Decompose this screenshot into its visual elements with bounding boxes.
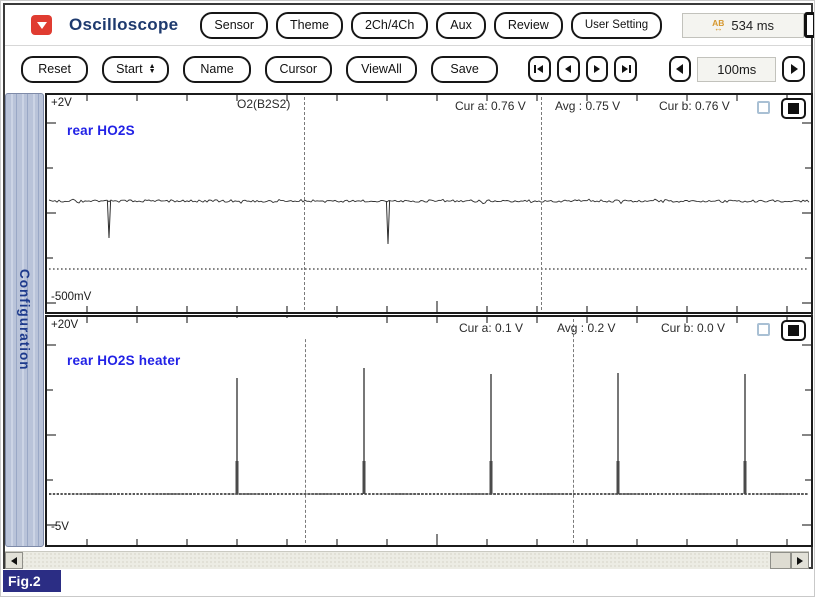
configuration-tab-label: Configuration xyxy=(17,269,32,370)
channel-2-waveform xyxy=(47,317,811,545)
channel-1-cursor-b-line[interactable] xyxy=(541,97,542,310)
chevron-down-icon xyxy=(37,22,47,29)
skip-to-start-button[interactable] xyxy=(528,56,551,82)
aux-button[interactable]: Aux xyxy=(436,12,486,39)
channel-1-annotation: rear HO2S xyxy=(67,123,135,138)
skip-to-end-icon xyxy=(619,62,633,76)
reset-button[interactable]: Reset xyxy=(21,56,88,83)
app-menu-button[interactable] xyxy=(31,15,52,35)
channel-2-plot: +20V Cur a: 0.1 V Avg : 0.2 V Cur b: 0.0… xyxy=(45,315,813,547)
save-button[interactable]: Save xyxy=(431,56,498,83)
channel-1-cursor-a-line[interactable] xyxy=(304,97,305,310)
increase-timebase-icon xyxy=(788,63,800,75)
decrease-timebase-icon xyxy=(674,63,686,75)
channel-2-avg-value: Avg : 0.2 V xyxy=(557,321,615,335)
figure-label: Fig.2 xyxy=(3,570,61,592)
step-back-icon xyxy=(561,62,575,76)
channel-2-top-voltage-label: +20V xyxy=(51,319,78,331)
ab-time-readout[interactable]: AB ↔ 534 ms xyxy=(682,13,804,38)
channel-2-bottom-voltage-label: -5V xyxy=(51,521,69,533)
filled-square-icon xyxy=(788,103,799,114)
step-forward-icon xyxy=(590,62,604,76)
channel-1-checkbox[interactable] xyxy=(757,101,770,114)
channel-2-display-button[interactable] xyxy=(781,320,806,341)
viewall-button[interactable]: ViewAll xyxy=(346,56,417,83)
configuration-tab[interactable]: Configuration xyxy=(5,93,44,547)
channel-1-cursor-a-value: Cur a: 0.76 V xyxy=(455,99,526,113)
channel-2-checkbox[interactable] xyxy=(757,323,770,336)
arrow-right-icon xyxy=(797,557,803,565)
app-title: Oscilloscope xyxy=(69,15,178,35)
channel-2-cursor-a-value: Cur a: 0.1 V xyxy=(459,321,523,335)
theme-button[interactable]: Theme xyxy=(276,12,343,39)
step-forward-button[interactable] xyxy=(586,56,609,82)
channel-1-bottom-voltage-label: -500mV xyxy=(51,291,91,303)
channel-mode-button[interactable]: 2Ch/4Ch xyxy=(351,12,428,39)
channel-1-display-button[interactable] xyxy=(781,98,806,119)
skip-to-end-button[interactable] xyxy=(614,56,637,82)
control-toolbar: Reset Start ▲▼ Name Cursor ViewAll Save xyxy=(5,47,811,91)
scroll-right-button[interactable] xyxy=(791,552,809,569)
channel-2-cursor-b-value: Cur b: 0.0 V xyxy=(661,321,725,335)
channel-2-cursor-a-line[interactable] xyxy=(305,319,306,543)
horizontal-scrollbar[interactable] xyxy=(5,551,809,569)
skip-to-start-icon xyxy=(532,62,546,76)
channel-2-annotation: rear HO2S heater xyxy=(67,353,181,368)
filled-square-icon xyxy=(788,325,799,336)
channel-2-cursor-b-line[interactable] xyxy=(573,319,574,543)
blank-label-overlay xyxy=(235,318,353,339)
timebase-increase-button[interactable] xyxy=(782,56,805,82)
ab-time-value: 534 ms xyxy=(731,18,774,33)
review-button[interactable]: Review xyxy=(494,12,563,39)
channel-1-cursor-b-value: Cur b: 0.76 V xyxy=(659,99,730,113)
channel-1-waveform xyxy=(47,95,811,312)
up-down-spinner-icon: ▲▼ xyxy=(149,64,156,74)
title-toolbar: Oscilloscope Sensor Theme 2Ch/4Ch Aux Re… xyxy=(5,5,811,45)
step-back-button[interactable] xyxy=(557,56,580,82)
scrollbar-thumb[interactable] xyxy=(770,552,791,569)
user-setting-button[interactable]: User Setting xyxy=(571,12,662,39)
channel-1-plot: +2V O2(B2S2) Cur a: 0.76 V Avg : 0.75 V … xyxy=(45,93,813,314)
sensor-button[interactable]: Sensor xyxy=(200,12,268,39)
timebase-value: 100ms xyxy=(697,57,776,82)
channel-1-signal-name: O2(B2S2) xyxy=(237,97,290,111)
timebase-decrease-button[interactable] xyxy=(669,56,692,82)
arrow-left-icon xyxy=(11,557,17,565)
name-button[interactable]: Name xyxy=(183,56,250,83)
toolbar-separator xyxy=(5,45,811,46)
ab-cursor-time-icon: AB ↔ xyxy=(712,20,724,31)
channel-1-avg-value: Avg : 0.75 V xyxy=(555,99,620,113)
cursor-button[interactable]: Cursor xyxy=(265,56,332,83)
oscilloscope-window: Oscilloscope Sensor Theme 2Ch/4Ch Aux Re… xyxy=(0,0,815,597)
channel-1-top-voltage-label: +2V xyxy=(51,97,72,109)
list-menu-icon[interactable] xyxy=(804,12,815,38)
scroll-left-button[interactable] xyxy=(5,552,23,569)
start-button[interactable]: Start ▲▼ xyxy=(102,56,169,83)
